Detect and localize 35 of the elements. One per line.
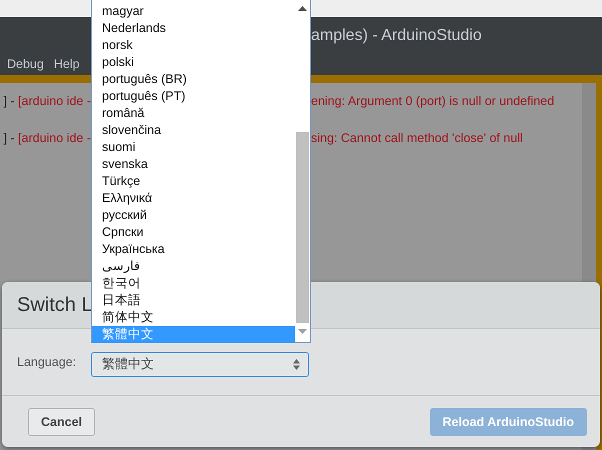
language-option[interactable]: svenska bbox=[92, 156, 295, 173]
language-option[interactable]: Српски bbox=[92, 224, 295, 241]
language-option[interactable]: suomi bbox=[92, 139, 295, 156]
language-option[interactable]: português (BR) bbox=[92, 71, 295, 88]
language-option[interactable]: slovenčina bbox=[92, 122, 295, 139]
language-option[interactable]: Türkçe bbox=[92, 173, 295, 190]
menu-item[interactable]: Debug bbox=[7, 57, 44, 71]
language-option[interactable]: Nederlands bbox=[92, 20, 295, 37]
language-option[interactable]: русский bbox=[92, 207, 295, 224]
cancel-button[interactable]: Cancel bbox=[28, 408, 95, 436]
language-option[interactable]: magyar bbox=[92, 3, 295, 20]
language-label: Language: bbox=[17, 355, 77, 369]
language-option[interactable]: فارسی bbox=[92, 258, 295, 275]
menu-item[interactable]: Help bbox=[54, 57, 80, 71]
language-option[interactable]: română bbox=[92, 105, 295, 122]
log-message: sing: Cannot call method 'close' of null bbox=[311, 131, 523, 145]
scroll-up-icon[interactable] bbox=[298, 6, 307, 11]
language-option[interactable]: 한국어 bbox=[92, 275, 295, 292]
language-select[interactable]: 繁體中文 bbox=[91, 352, 309, 376]
log-source: [arduino ide - bbox=[18, 131, 91, 145]
language-option[interactable]: polski bbox=[92, 54, 295, 71]
language-option[interactable]: Ελληνικά bbox=[92, 190, 295, 207]
window-title: amples) - ArduinoStudio bbox=[311, 27, 482, 45]
log-prefix: ] - bbox=[3, 131, 16, 145]
log-message: ening: Argument 0 (port) is null or undefined bbox=[311, 94, 554, 108]
language-option[interactable]: 日本語 bbox=[92, 292, 295, 309]
log-prefix: ] - bbox=[3, 94, 16, 108]
log-source: [arduino ide - bbox=[18, 94, 91, 108]
language-option[interactable]: norsk bbox=[92, 37, 295, 54]
dialog-title: Switch L bbox=[17, 294, 93, 316]
language-option[interactable]: 简体中文 bbox=[92, 309, 295, 326]
language-option[interactable]: português (PT) bbox=[92, 88, 295, 105]
sort-arrows-icon bbox=[293, 358, 300, 370]
scrollbar-thumb[interactable] bbox=[296, 132, 309, 323]
language-option[interactable]: Українська bbox=[92, 241, 295, 258]
